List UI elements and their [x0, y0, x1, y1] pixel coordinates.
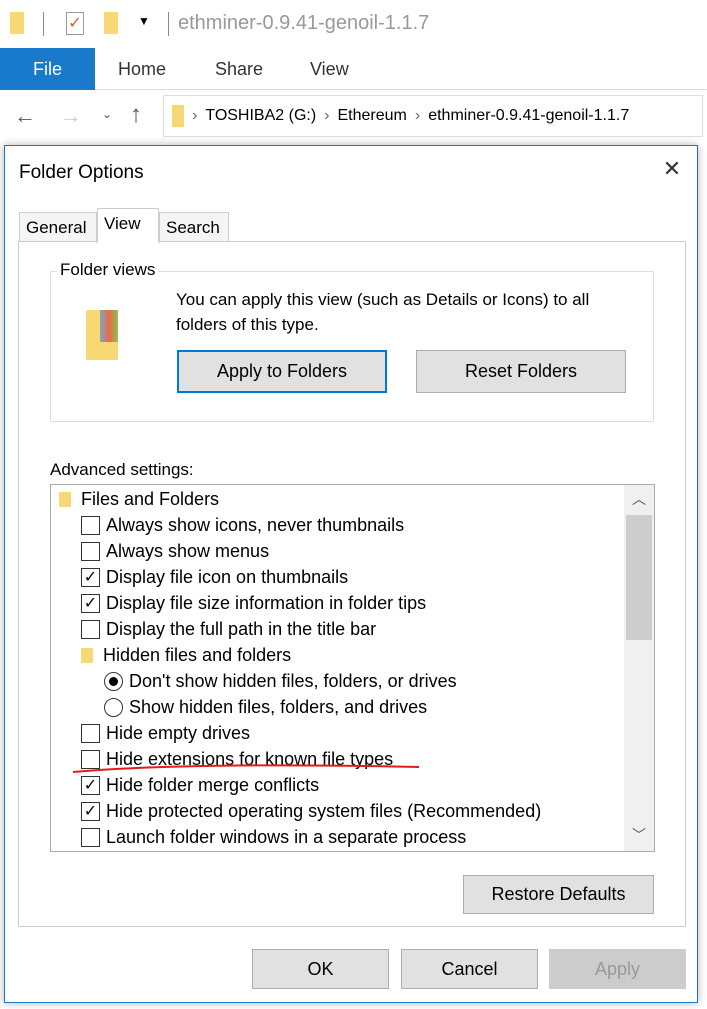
quick-access-toolbar: ✓ ▼ ethminer-0.9.41-genoil-1.1.7 — [0, 0, 707, 48]
scroll-down-icon[interactable]: ﹀ — [624, 825, 654, 845]
list-item[interactable]: Hidden files and folders — [81, 642, 291, 668]
checkbox[interactable]: ✓ — [81, 567, 100, 587]
advanced-settings-label: Advanced settings: — [50, 460, 194, 479]
recent-dropdown-icon[interactable]: ⌄ — [102, 107, 112, 121]
ribbon-tab-home[interactable]: Home — [118, 48, 166, 90]
back-icon[interactable]: ← — [14, 103, 36, 129]
checkbox[interactable]: ✓ — [81, 593, 100, 613]
list-item-label: Display file icon on thumbnails — [106, 566, 349, 587]
checkbox[interactable] — [81, 723, 100, 743]
checkbox[interactable] — [81, 541, 100, 561]
list-item[interactable]: Always show menus — [81, 538, 269, 564]
list-item-label: Hide protected operating system files (R… — [106, 800, 542, 821]
radio-button[interactable] — [104, 671, 123, 691]
list-item[interactable]: Files and Folders — [59, 486, 219, 512]
folder-views-group: You can apply this view (such as Details… — [50, 271, 654, 422]
dialog-title: Folder Options — [19, 162, 144, 183]
ribbon-tab-file[interactable]: File — [0, 48, 95, 90]
reset-folders-button[interactable]: Reset Folders — [416, 350, 626, 393]
advanced-settings-list[interactable]: ︿ ﹀ Files and Folders Always show icons, … — [50, 484, 655, 852]
list-item-label: Files and Folders — [81, 488, 220, 509]
radio-button[interactable] — [104, 697, 123, 717]
breadcrumb-separator-icon[interactable]: › — [324, 107, 329, 125]
cancel-button[interactable]: Cancel — [401, 949, 538, 989]
list-item[interactable]: ✓ Display file size information in folder… — [81, 590, 426, 616]
folder-options-dialog: Folder Options ✕ General View Search You… — [4, 145, 698, 1003]
folder-views-description: You can apply this view (such as Details… — [176, 290, 590, 334]
list-item[interactable]: Launch folder windows in a separate proc… — [81, 824, 466, 850]
view-tab-panel: You can apply this view (such as Details… — [18, 241, 686, 927]
scrollbar[interactable]: ︿ ﹀ — [624, 485, 654, 851]
apply-to-folders-button[interactable]: Apply to Folders — [177, 350, 387, 393]
breadcrumb-current[interactable]: ethminer-0.9.41-genoil-1.1.7 — [428, 107, 629, 125]
checkbox[interactable] — [81, 515, 100, 535]
properties-icon[interactable]: ✓ — [66, 12, 84, 35]
list-item[interactable]: ✓ Display file icon on thumbnails — [81, 564, 348, 590]
scrollbar-thumb[interactable] — [626, 515, 652, 640]
tab-view[interactable]: View — [97, 208, 159, 243]
scroll-up-icon[interactable]: ︿ — [624, 489, 654, 509]
list-item[interactable]: Don't show hidden files, folders, or dri… — [104, 668, 457, 694]
checkbox[interactable] — [81, 619, 100, 639]
list-item-label: Launch folder windows in a separate proc… — [106, 826, 467, 847]
new-folder-icon[interactable] — [104, 12, 118, 34]
tab-general[interactable]: General — [19, 212, 97, 242]
list-item-label: Don't show hidden files, folders, or dri… — [129, 670, 457, 691]
navigation-bar: ← → ⌄ ↑ › TOSHIBA2 (G:) › Ethereum › eth… — [0, 95, 707, 140]
list-item-label: Always show icons, never thumbnails — [106, 514, 405, 535]
folder-icon — [10, 12, 24, 34]
checkbox[interactable]: ✓ — [81, 801, 100, 821]
close-icon[interactable]: ✕ — [657, 156, 687, 182]
red-underline-annotation — [72, 764, 420, 773]
list-item[interactable]: ✓ Hide protected operating system files (… — [81, 798, 541, 824]
list-item[interactable]: Always show icons, never thumbnails — [81, 512, 404, 538]
list-item-label: Hidden files and folders — [103, 644, 292, 665]
list-item-label: Hide empty drives — [106, 722, 251, 743]
breadcrumb-separator-icon[interactable]: › — [192, 107, 197, 125]
tab-search[interactable]: Search — [159, 212, 229, 242]
restore-defaults-button[interactable]: Restore Defaults — [463, 875, 654, 914]
apply-button[interactable]: Apply — [549, 949, 686, 989]
forward-icon[interactable]: → — [60, 103, 82, 129]
list-item[interactable]: Show hidden files, folders, and drives — [104, 694, 427, 720]
list-item-label: Show hidden files, folders, and drives — [129, 696, 428, 717]
list-item[interactable]: Hide empty drives — [81, 720, 250, 746]
up-icon[interactable]: ↑ — [130, 101, 142, 129]
breadcrumb-drive[interactable]: TOSHIBA2 (G:) — [205, 107, 316, 125]
customize-dropdown-icon[interactable]: ▼ — [138, 14, 150, 28]
checkbox[interactable] — [81, 827, 100, 847]
breadcrumb-ethereum[interactable]: Ethereum — [338, 107, 407, 125]
list-item-label: Display the full path in the title bar — [106, 618, 377, 639]
list-item-label: Display file size information in folder … — [106, 592, 427, 613]
list-item[interactable]: Display the full path in the title bar — [81, 616, 376, 642]
folder-icon — [59, 491, 71, 507]
ribbon-tabs: File Home Share View — [0, 48, 707, 90]
folder-views-icon — [86, 310, 118, 360]
ribbon-tab-view[interactable]: View — [310, 48, 349, 90]
ribbon-tab-share[interactable]: Share — [215, 48, 263, 90]
folder-views-label: Folder views — [57, 260, 159, 280]
breadcrumb-separator-icon[interactable]: › — [415, 107, 420, 125]
ok-button[interactable]: OK — [252, 949, 389, 989]
folder-icon — [81, 647, 93, 663]
folder-icon — [172, 105, 184, 127]
list-item-label: Always show menus — [106, 540, 270, 561]
window-title: ethminer-0.9.41-genoil-1.1.7 — [178, 12, 430, 34]
address-bar[interactable]: › TOSHIBA2 (G:) › Ethereum › ethminer-0.… — [163, 95, 703, 137]
